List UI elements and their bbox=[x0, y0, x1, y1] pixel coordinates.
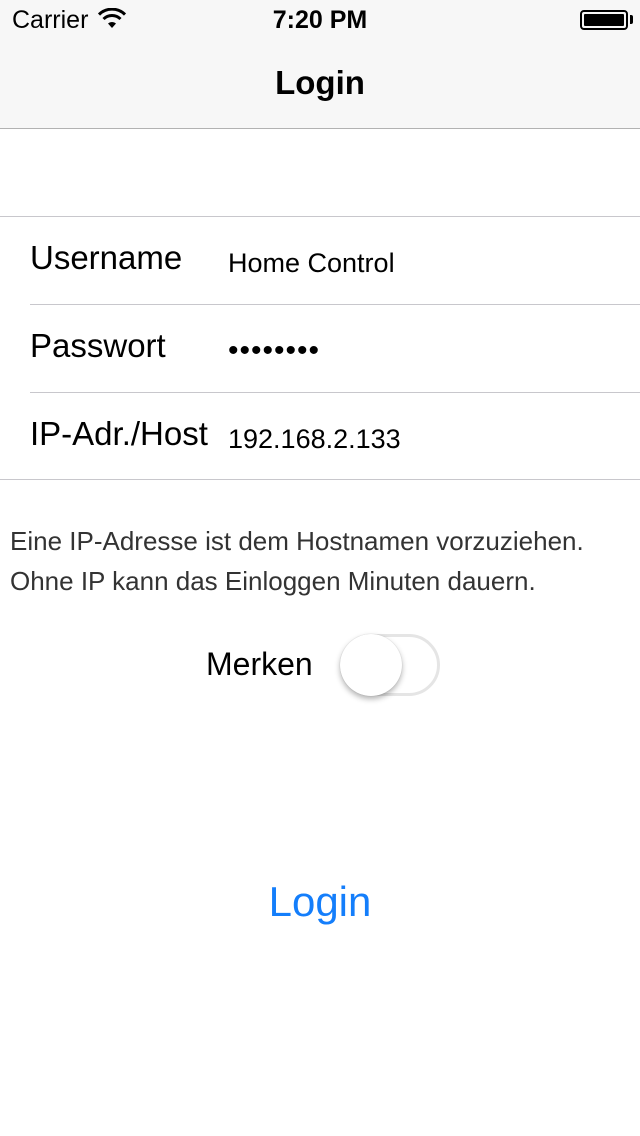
host-row: IP-Adr./Host bbox=[0, 393, 640, 481]
username-row: Username bbox=[0, 217, 640, 305]
login-form: Username Passwort IP-Adr./Host bbox=[0, 216, 640, 480]
password-label: Passwort bbox=[30, 327, 166, 364]
status-bar: Carrier 7:20 PM bbox=[0, 0, 640, 40]
password-field[interactable] bbox=[228, 331, 628, 371]
navigation-bar: Login bbox=[0, 40, 640, 129]
status-time: 7:20 PM bbox=[272, 6, 368, 34]
battery-icon bbox=[580, 10, 628, 30]
username-label: Username bbox=[30, 239, 183, 276]
hint-line-1: Eine IP-Adresse ist dem Hostnamen vorzuz… bbox=[10, 526, 584, 556]
username-field[interactable] bbox=[228, 243, 628, 283]
remember-toggle[interactable] bbox=[340, 634, 440, 696]
hint-line-2: Ohne IP kann das Einloggen Minuten dauer… bbox=[10, 566, 536, 596]
host-field[interactable] bbox=[228, 419, 628, 459]
toggle-knob bbox=[340, 634, 402, 696]
battery-level bbox=[584, 14, 624, 26]
host-label: IP-Adr./Host bbox=[30, 415, 208, 452]
login-button[interactable]: Login bbox=[220, 872, 420, 932]
page-title: Login bbox=[275, 64, 365, 101]
battery-tip bbox=[630, 15, 633, 24]
password-row: Passwort bbox=[0, 305, 640, 393]
remember-label: Merken bbox=[206, 646, 313, 682]
